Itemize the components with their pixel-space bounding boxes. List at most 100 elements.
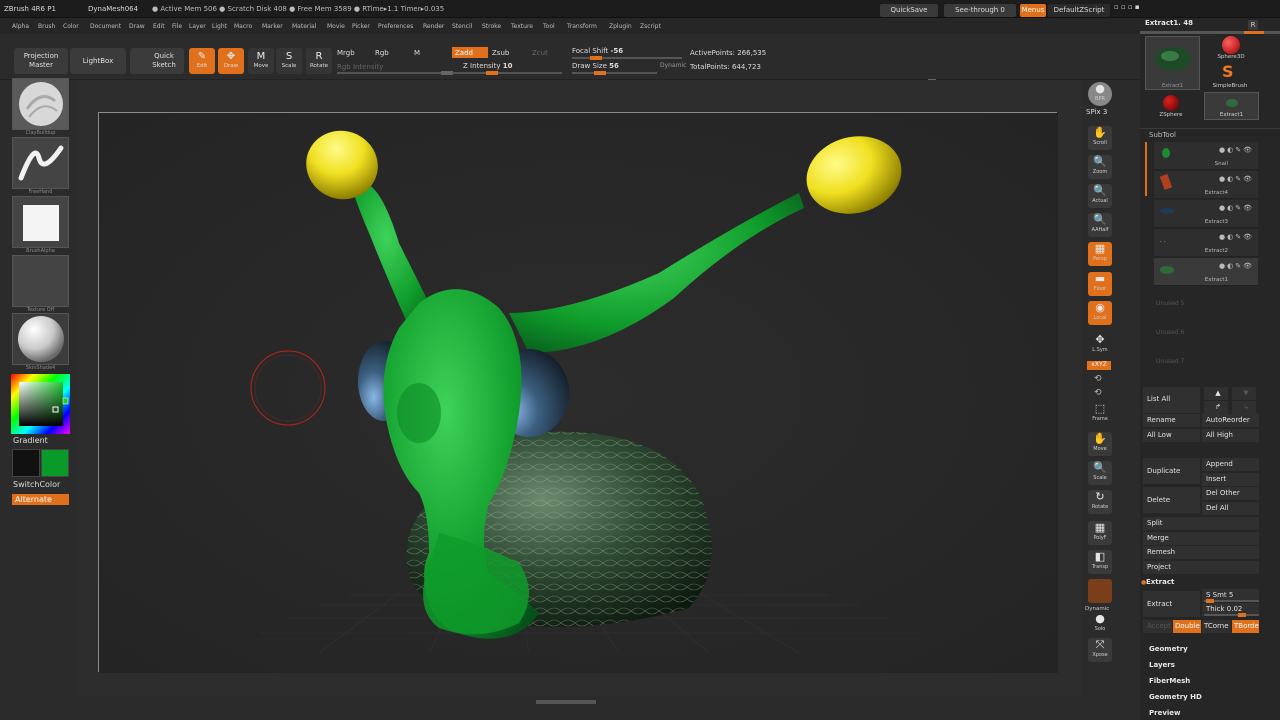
switchcolor-button[interactable]: SwitchColor: [13, 481, 60, 489]
menu-alpha[interactable]: Alpha: [12, 23, 29, 30]
double-button[interactable]: Double: [1173, 620, 1201, 633]
list-all-button[interactable]: List All: [1143, 387, 1200, 413]
duplicate-button[interactable]: Duplicate: [1143, 458, 1200, 484]
local-button[interactable]: ◉ Local: [1088, 301, 1112, 325]
subtool-row-extract4[interactable]: ●◐✎👁 Extract4: [1154, 171, 1258, 199]
solo-button[interactable]: ● Solo: [1088, 612, 1112, 636]
move-button[interactable]: M Move: [248, 48, 274, 74]
extract-section-title[interactable]: Extract: [1146, 578, 1174, 586]
accept-button[interactable]: Accept: [1143, 620, 1172, 633]
lightbox-button[interactable]: LightBox: [70, 48, 126, 74]
focal-shift-slider[interactable]: [572, 56, 682, 60]
scale-button[interactable]: S Scale: [276, 48, 302, 74]
tcorner-button[interactable]: TCorne: [1202, 620, 1231, 633]
move-up-icon[interactable]: ▲: [1204, 387, 1228, 400]
all-low-button[interactable]: All Low: [1143, 429, 1200, 442]
persp-button[interactable]: ▦ Persp: [1088, 242, 1112, 266]
zsub-button[interactable]: Zsub: [492, 49, 509, 57]
menu-movie[interactable]: Movie: [327, 23, 345, 30]
menu-zscript[interactable]: Zscript: [640, 23, 661, 30]
dynamic-toggle[interactable]: Dynamic: [660, 62, 686, 69]
menu-tool[interactable]: Tool: [543, 23, 555, 30]
scale-view-button[interactable]: 🔍 Scale: [1088, 461, 1112, 485]
edit-button[interactable]: ✎ Edit: [189, 48, 215, 74]
texture-thumbnail[interactable]: [12, 255, 69, 307]
subtool-toggles-icon[interactable]: ●◐✎👁: [1219, 233, 1254, 241]
del-other-button[interactable]: Del Other: [1202, 487, 1259, 500]
subtool-toggles-icon[interactable]: ●◐✎👁: [1219, 146, 1254, 154]
subtool-title[interactable]: SubTool: [1149, 131, 1176, 139]
document-canvas[interactable]: [98, 112, 1058, 673]
draw-size-label[interactable]: Draw Size 56: [572, 62, 619, 70]
menu-edit[interactable]: Edit: [153, 23, 165, 30]
subtool-toggles-icon[interactable]: ●◐✎👁: [1219, 204, 1254, 212]
quick-sketch-button[interactable]: Quick Sketch: [130, 48, 184, 74]
all-high-button[interactable]: All High: [1202, 429, 1259, 442]
geometry-section[interactable]: Geometry: [1149, 645, 1188, 653]
gradient-label[interactable]: Gradient: [13, 437, 48, 445]
alternate-button[interactable]: Alternate: [12, 494, 69, 505]
menu-document[interactable]: Document: [90, 23, 121, 30]
remesh-button[interactable]: Remesh: [1143, 546, 1259, 559]
menu-layer[interactable]: Layer: [189, 23, 206, 30]
move-down-icon[interactable]: ▼: [1232, 387, 1256, 400]
scroll-button[interactable]: ✋ Scroll: [1088, 126, 1112, 150]
zcut-button[interactable]: Zcut: [532, 49, 548, 57]
menu-light[interactable]: Light: [212, 23, 227, 30]
menu-transform[interactable]: Transform: [567, 23, 597, 30]
delete-button[interactable]: Delete: [1143, 487, 1200, 513]
zadd-button[interactable]: Zadd: [452, 47, 488, 58]
insert-button[interactable]: Insert: [1202, 473, 1259, 486]
subtool-toggles-icon[interactable]: ●◐✎👁: [1219, 262, 1254, 270]
actual-button[interactable]: 🔍 Actual: [1088, 184, 1112, 208]
subtool-row-extract2[interactable]: · · ●◐✎👁 Extract2: [1154, 229, 1258, 257]
rotate-axis2-icon[interactable]: ⟲: [1094, 388, 1102, 398]
z-intensity-label[interactable]: Z Intensity 10: [463, 62, 512, 70]
draw-button[interactable]: ✥ Draw: [218, 48, 244, 74]
menu-render[interactable]: Render: [423, 23, 444, 30]
rgb-intensity-label[interactable]: Rgb Intensity: [337, 63, 383, 71]
window-controls-icon[interactable]: ▫ ▫ ▫ ▪: [1114, 3, 1140, 11]
merge-button[interactable]: Merge: [1143, 532, 1259, 545]
m-button[interactable]: M: [414, 49, 420, 57]
rotate-button[interactable]: R Rotate: [306, 48, 332, 74]
append-button[interactable]: Append: [1202, 458, 1259, 471]
zscript-label[interactable]: DefaultZScript: [1048, 4, 1110, 17]
menu-marker[interactable]: Marker: [262, 23, 283, 30]
panel-scrollbar[interactable]: [1140, 31, 1280, 34]
current-tool-thumb[interactable]: [1145, 36, 1200, 90]
material-thumbnail[interactable]: [12, 313, 69, 365]
polyf-button[interactable]: ▦ PolyF: [1088, 521, 1112, 545]
rgb-intensity-slider[interactable]: [337, 71, 453, 75]
aahalf-button[interactable]: 🔍 AAHalf: [1088, 213, 1112, 237]
subtool-toggles-icon[interactable]: ●◐✎👁: [1219, 175, 1254, 183]
transp-button[interactable]: ◧ Transp: [1088, 550, 1112, 574]
tborder-button[interactable]: TBorde: [1232, 620, 1259, 633]
zoom-button[interactable]: 🔍 Zoom: [1088, 155, 1112, 179]
menu-brush[interactable]: Brush: [38, 23, 55, 30]
menu-picker[interactable]: Picker: [352, 23, 370, 30]
zsphere-icon[interactable]: [1163, 95, 1179, 111]
menu-preferences[interactable]: Preferences: [378, 23, 413, 30]
preview-section[interactable]: Preview: [1149, 709, 1181, 717]
menu-macro[interactable]: Macro: [234, 23, 252, 30]
layers-section[interactable]: Layers: [1149, 661, 1175, 669]
xyz-button[interactable]: xXYZ: [1087, 361, 1111, 370]
smt-slider-track[interactable]: [1204, 599, 1259, 603]
brush-thumbnail[interactable]: [12, 78, 69, 130]
autoreorder-button[interactable]: AutoReorder: [1202, 414, 1259, 427]
xpose-button[interactable]: ⤧ Xpose: [1088, 638, 1112, 662]
subtool-row-extract1[interactable]: ●◐✎👁 Extract1: [1154, 258, 1258, 286]
see-through-slider[interactable]: See-through 0: [944, 4, 1016, 17]
spix-slider[interactable]: SPix 3: [1086, 109, 1107, 116]
rotate-axis-icon[interactable]: ⟲: [1094, 374, 1102, 384]
del-all-button[interactable]: Del All: [1202, 502, 1259, 515]
color-picker[interactable]: [11, 374, 70, 434]
extract-button[interactable]: Extract: [1143, 591, 1200, 617]
draw-size-slider[interactable]: [572, 71, 657, 75]
floor-button[interactable]: ▬ Floor: [1088, 272, 1112, 296]
bpr-button[interactable]: ● BPR: [1088, 82, 1112, 106]
menu-zplugin[interactable]: Zplugin: [609, 23, 632, 30]
canvas-scrollbar[interactable]: [536, 700, 596, 704]
move-view-button[interactable]: ✋ Move: [1088, 432, 1112, 456]
